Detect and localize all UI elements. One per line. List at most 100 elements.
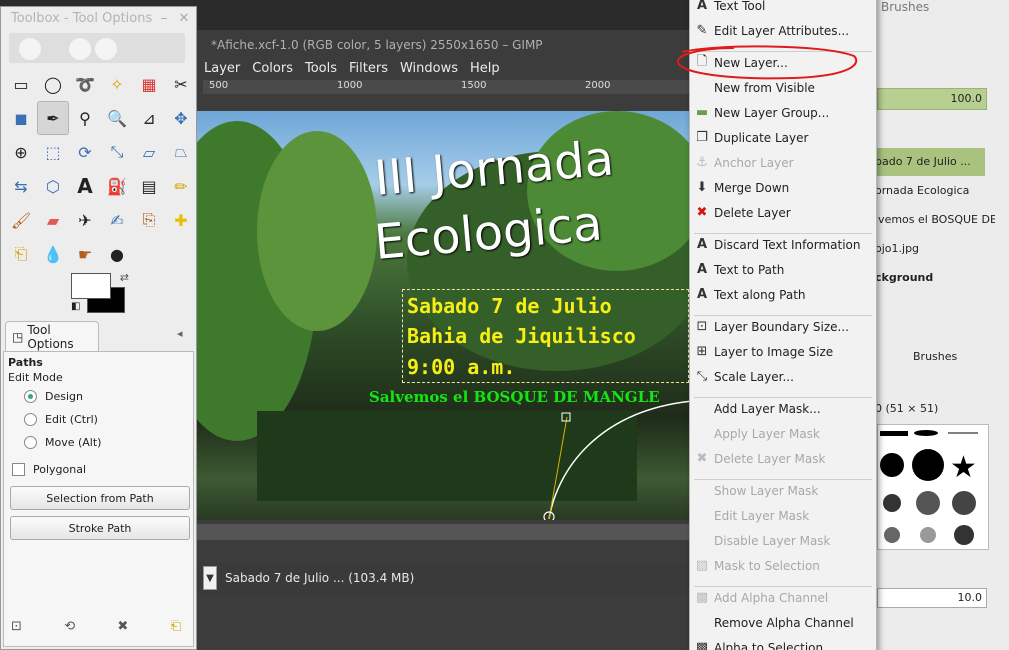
menu-item-text-tool[interactable]: A Text Tool [690,0,876,18]
tool-grid: ▭ ◯ ➰ ✧ ▦ ✂ ◼ ✒ ⚲ 🔍 ⊿ ✥ ⊕ ⬚ ⟳ ⤡ ▱ ⏢ ⇆ ⬡ … [5,67,195,271]
opacity-field[interactable]: 100.0 [877,88,987,110]
menu-tools[interactable]: Tools [305,61,337,76]
blur-icon[interactable]: 💧 [37,237,69,271]
color-area[interactable]: ◧ ⇄ [69,271,129,317]
menu-item-new-layer[interactable]: 🗋 New Layer... [690,50,876,75]
reset-colors-icon[interactable]: ◧ [71,301,80,312]
radio-edit[interactable]: Edit (Ctrl) [24,413,98,426]
spacing-field[interactable]: 10.0 [877,588,987,608]
menu-item-label: Edit Layer Attributes... [714,23,850,38]
flip-icon[interactable]: ⇆ [5,169,37,203]
menu-help[interactable]: Help [470,61,500,76]
layer-row[interactable]: bado 7 de Julio ... [875,155,995,168]
menu-item-layer-boundary-size[interactable]: ⊡ Layer Boundary Size... [690,314,876,339]
menu-colors[interactable]: Colors [252,61,293,76]
measure-icon[interactable]: ⊿ [133,101,165,135]
tab-brushes[interactable]: Brushes [913,350,1009,363]
layer-row[interactable]: ckground [875,271,995,284]
swap-colors-icon[interactable]: ⇄ [120,271,129,284]
menu-item-new-from-visible[interactable]: New from Visible [690,75,876,100]
smudge-icon[interactable]: ☛ [69,237,101,271]
radio-button[interactable] [24,390,37,403]
minimize-icon[interactable]: – [156,11,172,26]
move-icon[interactable]: ✥ [165,101,197,135]
clone-icon[interactable]: ⎘ [133,203,165,237]
restore-options-icon[interactable]: ⟲ [64,619,75,634]
perspective-icon[interactable]: ⏢ [165,135,197,169]
ink-icon[interactable]: ✍ [101,203,133,237]
menu-item-discard-text-information[interactable]: A Discard Text Information [690,232,876,257]
radio-design[interactable]: Design [24,390,83,403]
reset-options-icon[interactable]: ⎗ [171,619,181,634]
shear-icon[interactable]: ▱ [133,135,165,169]
radio-move[interactable]: Move (Alt) [24,436,101,449]
crop-icon[interactable]: ⬚ [37,135,69,169]
foreground-color[interactable] [71,273,111,299]
foreground-select-icon[interactable]: ◼ [5,101,37,135]
menu-item-layer-to-image-size[interactable]: ⊞ Layer to Image Size [690,339,876,364]
zoom-icon[interactable]: 🔍 [101,101,133,135]
menu-item-text-to-path[interactable]: A Text to Path [690,257,876,282]
perspective-clone-icon[interactable]: ⎗ [5,237,37,271]
selection-from-path-button[interactable]: Selection from Path [10,486,190,510]
pencil-icon[interactable]: ✏ [165,169,197,203]
align-icon[interactable]: ⊕ [5,135,37,169]
color-picker-icon[interactable]: ⚲ [69,101,101,135]
scissors-icon[interactable]: ✂ [165,67,197,101]
menu-item-scale-layer[interactable]: ⤡ Scale Layer... [690,364,876,389]
menu-item-remove-alpha-channel[interactable]: Remove Alpha Channel [690,610,876,635]
bucket-fill-icon[interactable]: ⛽ [101,169,133,203]
free-select-icon[interactable]: ➰ [69,67,101,101]
delete-options-icon[interactable]: ✖ [117,619,128,634]
configure-tab-icon[interactable]: ◂ [177,327,183,340]
close-icon[interactable]: ✕ [176,11,192,26]
boundary-icon: ⊡ [696,319,708,334]
stroke-path-button[interactable]: Stroke Path [10,516,190,540]
layer-row[interactable]: ornada Ecologica [875,184,995,197]
menu-item-alpha-to-selection[interactable]: ▩ Alpha to Selection [690,635,876,650]
toolbox-titlebar[interactable]: Toolbox - Tool Options – ✕ [1,7,196,29]
paintbrush-icon[interactable]: 🖌 [5,203,37,237]
image-canvas[interactable]: III Jornada Ecologica Sabado 7 de Julio … [197,111,689,520]
rotate-icon[interactable]: ⟳ [69,135,101,169]
layer-row[interactable]: lvemos el BOSQUE DE [875,213,995,226]
color-select-icon[interactable]: ▦ [133,67,165,101]
brush-grid[interactable]: ★ [877,424,989,550]
menu-item-new-layer-group[interactable]: ▬ New Layer Group... [690,100,876,125]
wilber-eye-icon [69,38,91,60]
airbrush-icon[interactable]: ✈ [69,203,101,237]
menu-item-add-layer-mask[interactable]: Add Layer Mask... [690,396,876,421]
checkbox-box[interactable] [12,463,25,476]
menu-layer[interactable]: Layer [204,61,240,76]
dodge-burn-icon[interactable]: ● [101,237,133,271]
radio-button[interactable] [24,413,37,426]
wilber-drop-area[interactable] [9,33,185,63]
horizontal-ruler[interactable]: 500 1000 1500 2000 [203,80,697,94]
rect-select-icon[interactable]: ▭ [5,67,37,101]
cage-icon[interactable]: ⬡ [37,169,69,203]
gradient-icon[interactable]: ▤ [133,169,165,203]
horizontal-scrollbar[interactable] [197,524,689,540]
tab-tool-options[interactable]: ◳ Tool Options [5,321,99,351]
menu-filters[interactable]: Filters [349,61,388,76]
fuzzy-select-icon[interactable]: ✧ [101,67,133,101]
layer-row[interactable]: ojo1.jpg [875,242,995,255]
menu-item-label: Anchor Layer [714,155,794,170]
eraser-icon[interactable]: ▰ [37,203,69,237]
text-tool-icon[interactable]: A [69,169,101,203]
scale-icon[interactable]: ⤡ [101,135,133,169]
radio-button[interactable] [24,436,37,449]
unit-dropdown-icon[interactable]: ▼ [203,566,217,590]
menu-item-text-along-path[interactable]: A Text along Path [690,282,876,307]
heal-icon[interactable]: ✚ [165,203,197,237]
polygonal-checkbox[interactable]: Polygonal [12,463,86,476]
menu-windows[interactable]: Windows [400,61,458,76]
menu-item-label: Text along Path [714,287,806,302]
save-options-icon[interactable]: ⊡ [11,619,22,634]
paths-tool-icon[interactable]: ✒ [37,101,69,135]
ellipse-select-icon[interactable]: ◯ [37,67,69,101]
menu-item-edit-layer-attributes[interactable]: ✎ Edit Layer Attributes... [690,18,876,43]
menu-item-delete-layer[interactable]: ✖ Delete Layer [690,200,876,225]
menu-item-duplicate-layer[interactable]: ❐ Duplicate Layer [690,125,876,150]
menu-item-merge-down[interactable]: ⬇ Merge Down [690,175,876,200]
